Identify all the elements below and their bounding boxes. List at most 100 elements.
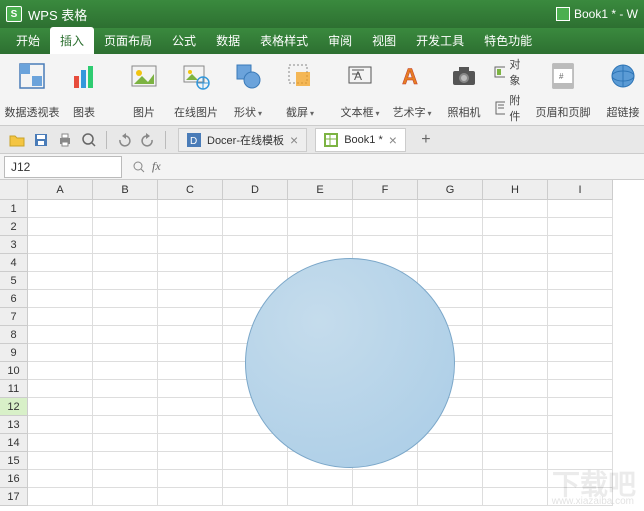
cell[interactable] — [483, 470, 548, 488]
fx-search-icon[interactable] — [132, 160, 146, 174]
cell[interactable] — [548, 218, 613, 236]
ribbon-shape[interactable]: 形状▾ — [222, 58, 274, 122]
cell[interactable] — [548, 308, 613, 326]
cell[interactable] — [483, 362, 548, 380]
tab-add[interactable]: + — [414, 128, 438, 152]
cell[interactable] — [288, 470, 353, 488]
menu-formula[interactable]: 公式 — [162, 27, 206, 54]
cell[interactable] — [158, 218, 223, 236]
doc-tab-docer[interactable]: D Docer-在线模板 × — [178, 128, 307, 152]
cell[interactable] — [353, 236, 418, 254]
cell[interactable] — [158, 380, 223, 398]
qat-open[interactable] — [6, 129, 28, 151]
cell[interactable] — [93, 488, 158, 506]
cell[interactable] — [418, 488, 483, 506]
cell[interactable] — [353, 200, 418, 218]
cell[interactable] — [353, 218, 418, 236]
qat-undo[interactable] — [113, 129, 135, 151]
row-header[interactable]: 13 — [0, 416, 28, 434]
cell[interactable] — [418, 452, 483, 470]
ribbon-online-picture[interactable]: 在线图片 — [170, 58, 222, 122]
qat-preview[interactable] — [78, 129, 100, 151]
cell[interactable] — [483, 308, 548, 326]
cell[interactable] — [548, 290, 613, 308]
qat-redo[interactable] — [137, 129, 159, 151]
cell[interactable] — [28, 470, 93, 488]
col-header[interactable]: F — [353, 180, 418, 200]
cell[interactable] — [223, 452, 288, 470]
row-header[interactable]: 16 — [0, 470, 28, 488]
row-header[interactable]: 7 — [0, 308, 28, 326]
cell[interactable] — [483, 398, 548, 416]
col-header[interactable]: H — [483, 180, 548, 200]
ribbon-attach[interactable]: 附件 — [494, 92, 525, 124]
cell[interactable] — [548, 326, 613, 344]
cell[interactable] — [483, 452, 548, 470]
cell[interactable] — [288, 488, 353, 506]
col-header[interactable]: D — [223, 180, 288, 200]
cell[interactable] — [28, 272, 93, 290]
cell[interactable] — [158, 434, 223, 452]
cell[interactable] — [158, 488, 223, 506]
cell[interactable] — [548, 200, 613, 218]
cell[interactable] — [483, 326, 548, 344]
row-header[interactable]: 11 — [0, 380, 28, 398]
cell[interactable] — [548, 236, 613, 254]
cell[interactable] — [548, 380, 613, 398]
menu-data[interactable]: 数据 — [206, 27, 250, 54]
cell[interactable] — [93, 326, 158, 344]
cell[interactable] — [158, 398, 223, 416]
cell[interactable] — [158, 326, 223, 344]
ribbon-picture[interactable]: 图片 — [118, 58, 170, 122]
cell[interactable] — [483, 272, 548, 290]
menu-features[interactable]: 特色功能 — [474, 27, 542, 54]
cell[interactable] — [158, 290, 223, 308]
select-all-corner[interactable] — [0, 180, 28, 200]
cell[interactable] — [28, 326, 93, 344]
cell[interactable] — [483, 416, 548, 434]
cell[interactable] — [28, 200, 93, 218]
row-header[interactable]: 14 — [0, 434, 28, 452]
cell[interactable] — [548, 452, 613, 470]
menu-dev-tools[interactable]: 开发工具 — [406, 27, 474, 54]
col-header[interactable]: G — [418, 180, 483, 200]
cell[interactable] — [483, 380, 548, 398]
cell[interactable] — [93, 452, 158, 470]
cell[interactable] — [93, 362, 158, 380]
qat-print[interactable] — [54, 129, 76, 151]
cell[interactable] — [93, 236, 158, 254]
ribbon-header-footer[interactable]: # 页眉和页脚 — [537, 58, 589, 122]
row-header[interactable]: 9 — [0, 344, 28, 362]
row-header[interactable]: 8 — [0, 326, 28, 344]
menu-insert[interactable]: 插入 — [50, 27, 94, 54]
cell[interactable] — [158, 452, 223, 470]
doc-tab-book1[interactable]: Book1 * × — [315, 128, 406, 152]
ribbon-hyperlink[interactable]: 超链接 — [597, 58, 644, 122]
row-header[interactable]: 2 — [0, 218, 28, 236]
row-header[interactable]: 12 — [0, 398, 28, 416]
cell[interactable] — [28, 362, 93, 380]
cell[interactable] — [548, 272, 613, 290]
cell[interactable] — [28, 452, 93, 470]
fx-label[interactable]: fx — [152, 159, 161, 174]
col-header[interactable]: C — [158, 180, 223, 200]
name-box[interactable]: J12 — [4, 156, 122, 178]
cell[interactable] — [483, 254, 548, 272]
cell[interactable] — [548, 470, 613, 488]
cell[interactable] — [483, 218, 548, 236]
cell[interactable] — [93, 272, 158, 290]
cell[interactable] — [483, 488, 548, 506]
cell[interactable] — [418, 218, 483, 236]
ribbon-screenshot[interactable]: 截屏▾ — [274, 58, 326, 122]
cell[interactable] — [223, 200, 288, 218]
row-header[interactable]: 6 — [0, 290, 28, 308]
cell[interactable] — [418, 200, 483, 218]
col-header[interactable]: I — [548, 180, 613, 200]
menu-view[interactable]: 视图 — [362, 27, 406, 54]
cell[interactable] — [223, 236, 288, 254]
cell[interactable] — [93, 416, 158, 434]
qat-save[interactable] — [30, 129, 52, 151]
cell[interactable] — [483, 200, 548, 218]
cell[interactable] — [418, 272, 483, 290]
row-header[interactable]: 15 — [0, 452, 28, 470]
